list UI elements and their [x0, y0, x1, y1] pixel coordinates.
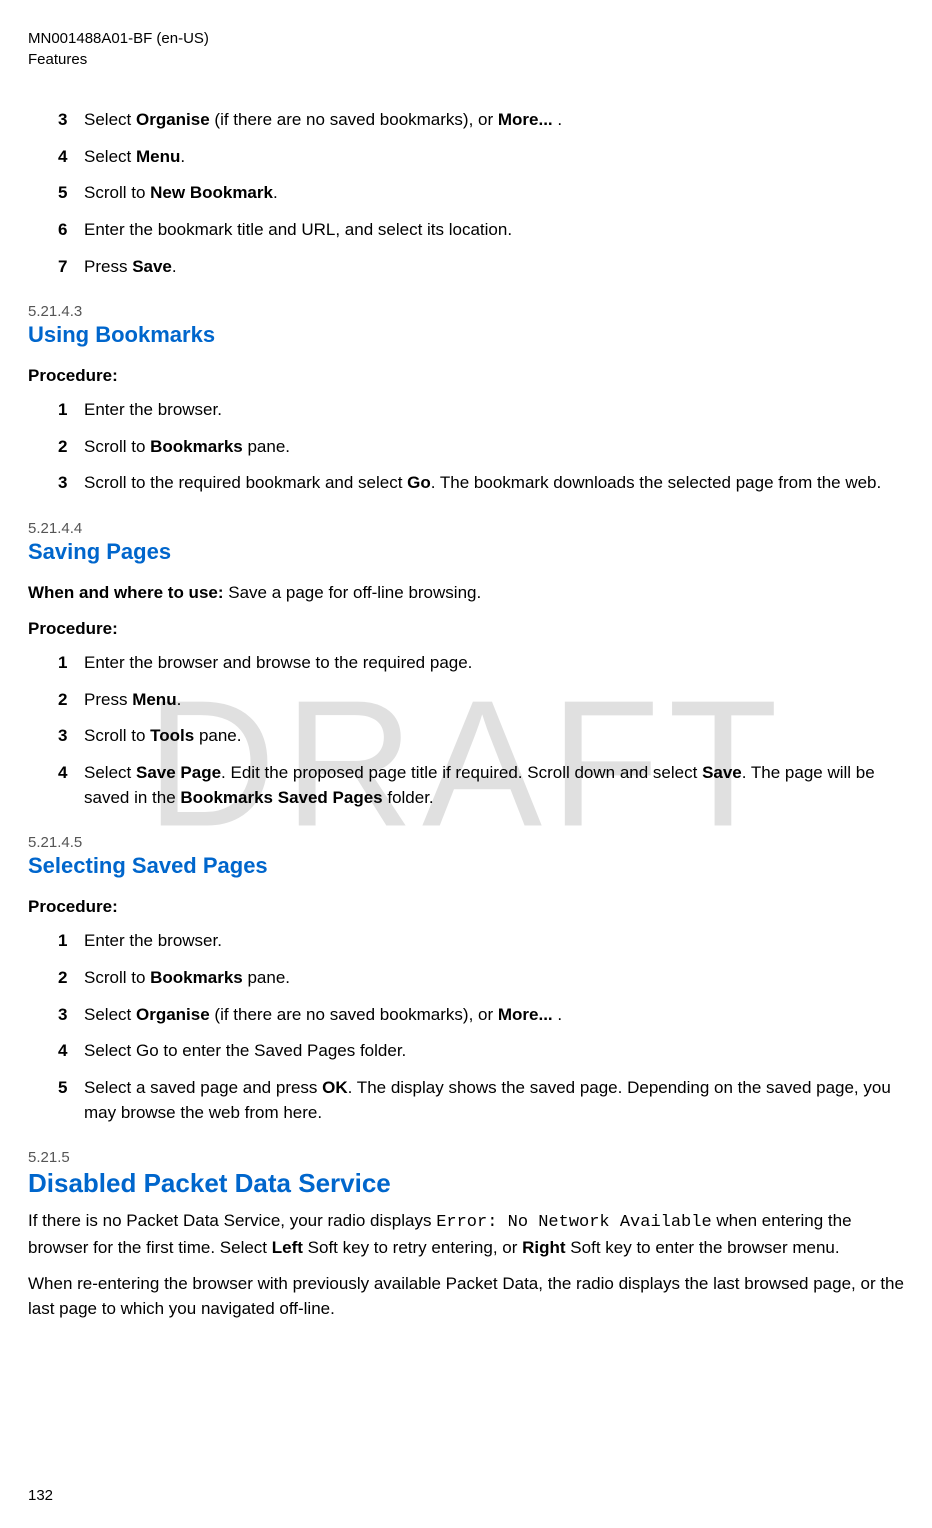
section-number: 5.21.4.5 [28, 834, 904, 851]
list-item: 3 Scroll to the required bookmark and se… [58, 471, 904, 496]
step-text: Enter the browser. [84, 398, 904, 423]
step-number: 2 [58, 966, 84, 991]
list-item: 4 Select Save Page. Edit the proposed pa… [58, 761, 904, 810]
step-number: 1 [58, 929, 84, 954]
step-text: Select a saved page and press OK. The di… [84, 1076, 904, 1125]
doc-section: Features [28, 49, 904, 70]
step-number: 5 [58, 1076, 84, 1125]
list-item: 4 Select Menu. [58, 145, 904, 170]
step-number: 4 [58, 761, 84, 810]
step-text: Scroll to New Bookmark. [84, 181, 904, 206]
list-item: 6 Enter the bookmark title and URL, and … [58, 218, 904, 243]
step-number: 1 [58, 398, 84, 423]
step-number: 3 [58, 724, 84, 749]
page-content: MN001488A01-BF (en-US) Features 3 Select… [28, 28, 904, 1322]
step-text: Enter the browser and browse to the requ… [84, 651, 904, 676]
section-title: Saving Pages [28, 539, 904, 565]
section-number: 5.21.4.4 [28, 520, 904, 537]
section-number: 5.21.5 [28, 1149, 904, 1166]
procedure-steps: 1 Enter the browser. 2 Scroll to Bookmar… [28, 929, 904, 1125]
step-text: Select Organise (if there are no saved b… [84, 108, 904, 133]
step-text: Scroll to the required bookmark and sele… [84, 471, 904, 496]
step-text: Select Menu. [84, 145, 904, 170]
section-number: 5.21.4.3 [28, 303, 904, 320]
procedure-label: Procedure: [28, 619, 904, 639]
body-paragraph: When re-entering the browser with previo… [28, 1272, 904, 1321]
procedure-steps: 1 Enter the browser. 2 Scroll to Bookmar… [28, 398, 904, 496]
section-title: Selecting Saved Pages [28, 853, 904, 879]
step-number: 1 [58, 651, 84, 676]
list-item: 5 Scroll to New Bookmark. [58, 181, 904, 206]
list-item: 2 Scroll to Bookmarks pane. [58, 966, 904, 991]
list-item: 5 Select a saved page and press OK. The … [58, 1076, 904, 1125]
step-text: Press Menu. [84, 688, 904, 713]
doc-id: MN001488A01-BF (en-US) [28, 28, 904, 49]
step-text: Select Save Page. Edit the proposed page… [84, 761, 904, 810]
section-title: Using Bookmarks [28, 322, 904, 348]
step-text: Scroll to Bookmarks pane. [84, 435, 904, 460]
list-item: 1 Enter the browser. [58, 929, 904, 954]
step-number: 3 [58, 1003, 84, 1028]
step-number: 4 [58, 1039, 84, 1064]
step-number: 5 [58, 181, 84, 206]
step-number: 2 [58, 688, 84, 713]
when-to-use: When and where to use: Save a page for o… [28, 583, 904, 603]
procedure-label: Procedure: [28, 366, 904, 386]
list-item: 2 Scroll to Bookmarks pane. [58, 435, 904, 460]
list-item: 1 Enter the browser. [58, 398, 904, 423]
step-text: Enter the bookmark title and URL, and se… [84, 218, 904, 243]
step-number: 3 [58, 471, 84, 496]
step-number: 2 [58, 435, 84, 460]
step-text: Press Save. [84, 255, 904, 280]
step-number: 3 [58, 108, 84, 133]
procedure-steps: 1 Enter the browser and browse to the re… [28, 651, 904, 810]
list-item: 1 Enter the browser and browse to the re… [58, 651, 904, 676]
list-item: 2 Press Menu. [58, 688, 904, 713]
step-text: Enter the browser. [84, 929, 904, 954]
body-paragraph: If there is no Packet Data Service, your… [28, 1209, 904, 1260]
step-number: 7 [58, 255, 84, 280]
page-number: 132 [28, 1487, 53, 1504]
step-text: Scroll to Tools pane. [84, 724, 904, 749]
list-item: 3 Select Organise (if there are no saved… [58, 1003, 904, 1028]
list-item: 4 Select Go to enter the Saved Pages fol… [58, 1039, 904, 1064]
step-text: Select Organise (if there are no saved b… [84, 1003, 904, 1028]
step-text: Select Go to enter the Saved Pages folde… [84, 1039, 904, 1064]
list-item: 3 Scroll to Tools pane. [58, 724, 904, 749]
step-text: Scroll to Bookmarks pane. [84, 966, 904, 991]
initial-steps: 3 Select Organise (if there are no saved… [28, 108, 904, 279]
procedure-label: Procedure: [28, 897, 904, 917]
step-number: 6 [58, 218, 84, 243]
section-title: Disabled Packet Data Service [28, 1168, 904, 1199]
list-item: 3 Select Organise (if there are no saved… [58, 108, 904, 133]
error-message: Error: No Network Available [436, 1213, 711, 1232]
page-header: MN001488A01-BF (en-US) Features [28, 28, 904, 70]
step-number: 4 [58, 145, 84, 170]
list-item: 7 Press Save. [58, 255, 904, 280]
